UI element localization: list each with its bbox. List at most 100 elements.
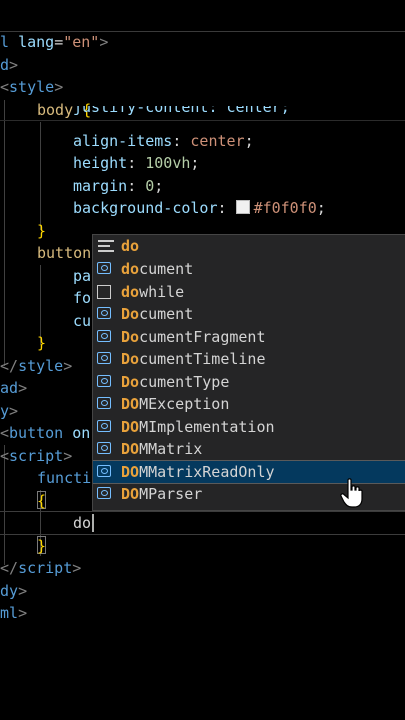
suggestion-match: DO — [121, 440, 140, 458]
code-token: > — [18, 604, 28, 622]
code-line: } — [37, 220, 46, 242]
suggestion-match: DO — [121, 395, 140, 413]
code-token: l — [0, 33, 10, 51]
suggestion-rest: MParser — [139, 485, 203, 503]
suggestion-item[interactable]: DOMException — [93, 393, 405, 415]
code-line: } — [37, 535, 46, 557]
code-token: on — [63, 424, 91, 442]
suggestion-item[interactable]: document — [93, 258, 405, 280]
suggestion-rest: cumentTimeline — [139, 350, 266, 368]
suggestion-item[interactable]: DOMImplementation — [93, 416, 405, 438]
code-line: </script> — [0, 557, 81, 579]
suggestion-label: dowhile — [121, 281, 184, 303]
code-token: : — [127, 177, 146, 195]
variable-icon — [97, 419, 111, 432]
suggestion-label: DOMMatrix — [121, 438, 202, 460]
code-token: ; — [154, 177, 164, 195]
code-line: d> — [0, 54, 18, 76]
variable-icon — [97, 262, 111, 274]
code-token: < — [0, 424, 10, 442]
code-line: { — [37, 490, 46, 512]
variable-icon — [97, 487, 111, 499]
suggestion-match: Do — [121, 372, 140, 391]
code-editor[interactable]: l lang="en"> d> <style> body { justify-c… — [0, 0, 405, 720]
suggestion-match: DO — [121, 417, 140, 436]
code-token: > — [99, 33, 109, 51]
suggestion-item[interactable]: DOMMatrix — [93, 438, 405, 460]
code-token: lang — [18, 33, 55, 51]
suggestion-match: do — [121, 282, 140, 301]
code-token: button — [37, 244, 92, 262]
variable-icon — [97, 352, 111, 364]
suggestion-item[interactable]: DocumentFragment — [93, 326, 405, 348]
variable-icon — [97, 464, 111, 477]
suggestion-item[interactable]: DocumentType — [93, 371, 405, 393]
code-token: > — [18, 379, 28, 397]
code-line: functi — [37, 467, 91, 489]
code-line: cu — [73, 310, 91, 332]
code-token: < — [0, 78, 10, 96]
suggestion-item[interactable]: DocumentTimeline — [93, 348, 405, 370]
code-token: { — [37, 492, 47, 510]
code-line: fo — [73, 287, 91, 309]
suggestion-match: Do — [121, 305, 140, 323]
code-line: dy> — [0, 580, 27, 602]
suggestion-label: Document — [121, 303, 193, 325]
code-line: <style> — [0, 76, 63, 98]
text-caret — [92, 514, 94, 532]
code-token: > — [9, 56, 19, 74]
code-line: do — [73, 512, 91, 534]
code-token: dy — [0, 582, 19, 600]
code-token: pa — [73, 267, 92, 285]
code-token: : — [172, 132, 191, 150]
code-token: height — [73, 154, 128, 172]
code-token: "en" — [63, 33, 100, 51]
code-token: center — [190, 132, 245, 150]
suggestion-widget[interactable]: do document dowhile Document DocumentFragme… — [92, 234, 405, 511]
suggestion-item[interactable]: Document — [93, 303, 405, 325]
code-token: > — [54, 78, 64, 96]
code-token: ; — [190, 154, 200, 172]
code-token: } — [37, 537, 47, 555]
code-token: align-items — [73, 132, 173, 150]
suggestion-label: DocumentType — [121, 371, 229, 393]
variable-icon — [97, 374, 111, 387]
code-token: ml — [0, 604, 19, 622]
code-line: <script> — [0, 445, 72, 467]
code-token: 100vh — [145, 154, 191, 172]
code-token: do — [73, 514, 92, 532]
suggestion-item[interactable]: dowhile — [93, 281, 405, 303]
code-token: button — [9, 424, 64, 442]
suggestion-label: document — [121, 258, 193, 280]
code-token: = — [54, 33, 64, 51]
suggestion-label: DocumentTimeline — [121, 348, 266, 370]
code-token: > — [63, 447, 73, 465]
suggestion-label: DOMMatrixReadOnly — [121, 461, 275, 483]
code-line: } — [37, 332, 46, 354]
code-token: : — [127, 154, 146, 172]
code-token: < — [0, 447, 10, 465]
code-token: > — [72, 559, 82, 577]
code-line: align-items: center; — [73, 130, 254, 152]
code-line: </style> — [0, 355, 72, 377]
code-token: > — [18, 582, 28, 600]
code-token: d — [0, 56, 10, 74]
code-token: script — [9, 447, 64, 465]
code-line: button — [37, 242, 91, 264]
code-line: l lang="en"> — [0, 31, 108, 53]
code-line: <button on — [0, 422, 90, 444]
code-token: </ — [0, 559, 19, 577]
code-token: style — [9, 78, 55, 96]
color-swatch-icon[interactable] — [235, 200, 250, 214]
code-token: ad — [0, 379, 19, 397]
variable-icon — [97, 307, 111, 319]
code-token: margin — [73, 177, 128, 195]
code-token: : — [217, 199, 236, 217]
suggestion-rest: cumentFragment — [139, 327, 266, 346]
code-token: justify-content: center; — [73, 106, 290, 116]
text-lines-icon — [98, 240, 114, 252]
suggestion-header: do — [93, 235, 405, 258]
suggestion-match: DO — [121, 485, 140, 503]
suggestion-rest: while — [139, 282, 185, 301]
code-token: 0 — [145, 177, 155, 195]
